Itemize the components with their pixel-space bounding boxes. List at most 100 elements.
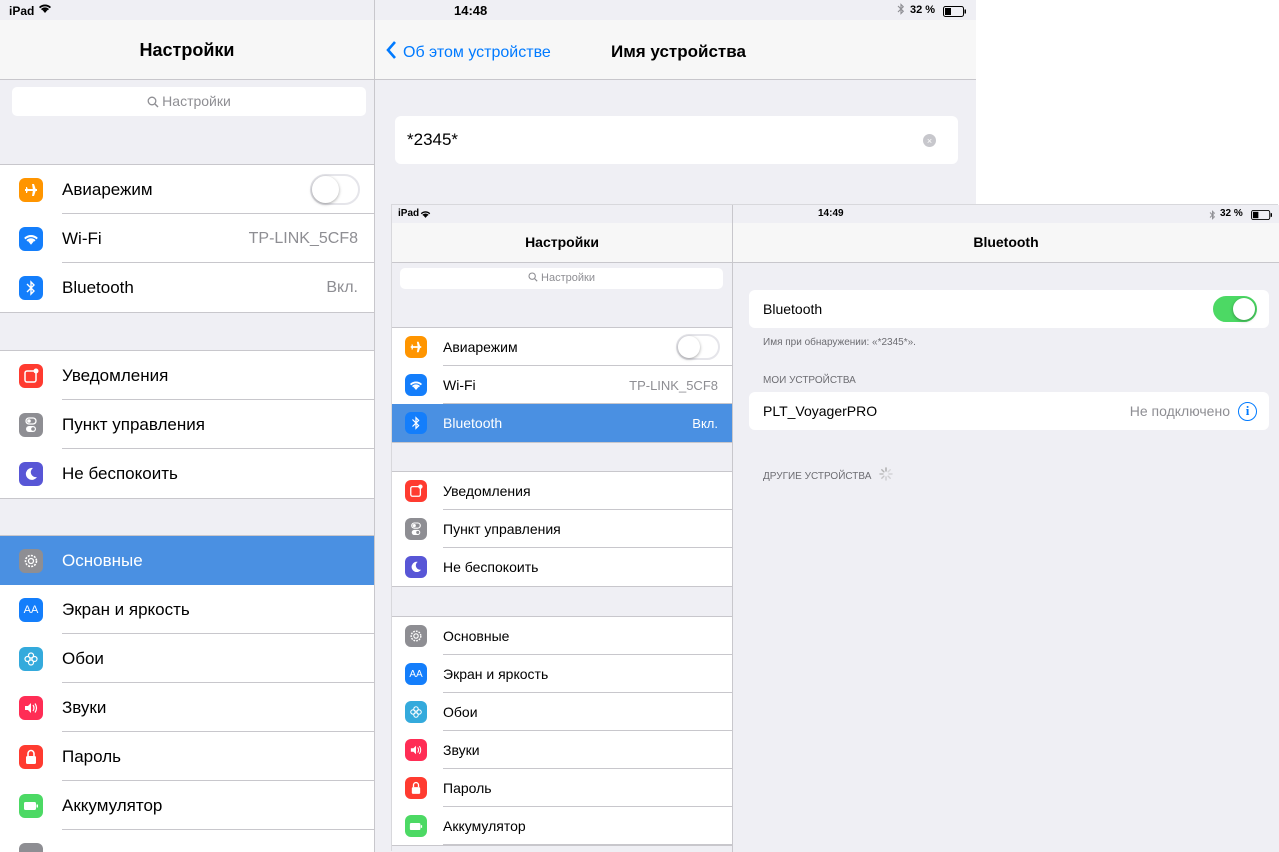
device-name-value: *2345* [407, 130, 459, 149]
sidebar-item-wifi[interactable]: Wi-Fi TP-LINK_5CF8 [392, 366, 732, 404]
wifi-network-value: TP-LINK_5CF8 [629, 377, 718, 393]
detail-title: Bluetooth [973, 234, 1039, 250]
sidebar-item-label: Основные [443, 628, 510, 644]
sidebar-item-display[interactable]: AA Экран и яркость [392, 655, 732, 693]
back-button-label: Об этом устройстве [403, 43, 551, 61]
sidebar-item-label: Обои [62, 648, 104, 668]
bluetooth-icon [19, 275, 43, 300]
sidebar-item-passcode[interactable]: Пароль [0, 732, 374, 781]
sidebar-item-airplane[interactable]: Авиарежим [392, 328, 732, 366]
wallpaper-icon [19, 646, 43, 671]
sidebar-title: Настройки [525, 234, 599, 250]
display-icon: AA [405, 663, 427, 685]
display-icon: AA [19, 597, 43, 622]
sidebar-item-wallpaper[interactable]: Обои [392, 693, 732, 731]
search-input[interactable]: Настройки [400, 268, 723, 289]
info-icon[interactable]: i [1238, 401, 1257, 421]
sidebar-item-label: Основные [62, 550, 143, 570]
paired-device-row[interactable]: PLT_VoyagerPRO Не подключено i [749, 392, 1269, 430]
airplane-icon [405, 336, 427, 358]
bluetooth-label: Bluetooth [763, 301, 823, 317]
bluetooth-toggle[interactable] [1213, 296, 1257, 322]
chevron-left-icon [386, 41, 397, 64]
bluetooth-icon [405, 412, 427, 434]
back-button[interactable]: Об этом устройстве [386, 41, 551, 64]
settings-group-general: Основные AA Экран и яркость Обои Звуки П… [392, 616, 732, 846]
wifi-signal-icon [420, 207, 431, 222]
sidebar-item-label: Пункт управления [443, 521, 561, 537]
device-label: iPad [398, 208, 420, 219]
status-bar: 14:48 32 % [375, 0, 976, 20]
detail-navbar: Bluetooth [733, 223, 1279, 263]
status-bar: 14:49 32 % [733, 205, 1279, 223]
sidebar-item-battery[interactable]: Аккумулятор [392, 807, 732, 845]
wifi-signal-icon [38, 2, 52, 17]
sidebar-item-general[interactable]: Основные [392, 617, 732, 655]
sidebar-item-display[interactable]: AA Экран и яркость [0, 585, 374, 634]
loading-spinner-icon [879, 467, 894, 486]
bluetooth-detail: 14:49 32 % Bluetooth Bluetooth Имя при о… [733, 205, 1279, 852]
sidebar-item-passcode[interactable]: Пароль [392, 769, 732, 807]
sidebar-item-wifi[interactable]: Wi-Fi TP-LINK_5CF8 [0, 214, 374, 263]
sidebar-item-label: Звуки [443, 742, 480, 758]
settings-group-general: Основные AA Экран и яркость Обои Звуки П… [0, 535, 374, 852]
sidebar-item-label: Экран и яркость [62, 599, 190, 619]
sidebar-item-do-not-disturb[interactable]: Не беспокоить [392, 548, 732, 586]
sidebar-item-label: Аккумулятор [62, 795, 163, 815]
settings-group-notifications: Уведомления Пункт управления Не беспокои… [0, 350, 374, 499]
control-center-icon [405, 518, 427, 540]
bluetooth-status-value: Вкл. [326, 278, 358, 296]
sidebar-item-label: Обои [443, 704, 478, 720]
sound-icon [19, 695, 43, 720]
sidebar-item-do-not-disturb[interactable]: Не беспокоить [0, 449, 374, 498]
sidebar-item-label: Экран и яркость [443, 666, 549, 682]
sidebar-item-sounds[interactable]: Звуки [0, 683, 374, 732]
sidebar-item-airplane[interactable]: Авиарежим [0, 165, 374, 214]
wifi-icon [19, 226, 43, 251]
settings-group-connectivity: Авиарежим Wi-Fi TP-LINK_5CF8 Bluetooth В… [392, 327, 732, 443]
sound-icon [405, 739, 427, 761]
sidebar-item-notifications[interactable]: Уведомления [0, 351, 374, 400]
sidebar-title: Настройки [139, 40, 235, 60]
my-devices-header: МОИ УСТРОЙСТВА [763, 375, 856, 386]
other-devices-header: ДРУГИЕ УСТРОЙСТВА [763, 471, 872, 482]
battery-icon [19, 793, 43, 818]
airplane-mode-toggle[interactable] [676, 334, 720, 360]
sidebar-item-battery[interactable]: Аккумулятор [0, 781, 374, 830]
sidebar-item-label: Bluetooth [443, 415, 503, 431]
status-bar: iPad [392, 205, 732, 223]
sidebar-item-sounds[interactable]: Звуки [392, 731, 732, 769]
sidebar-item-bluetooth[interactable]: Bluetooth Вкл. [0, 263, 374, 312]
notifications-icon [405, 480, 427, 502]
sidebar-item-control-center[interactable]: Пункт управления [0, 400, 374, 449]
device-name-field[interactable]: *2345* × [395, 116, 958, 164]
device-name: PLT_VoyagerPRO [763, 403, 878, 419]
sidebar-item-label: Не беспокоить [443, 559, 539, 575]
notifications-icon [19, 363, 43, 388]
gear-icon [405, 625, 427, 647]
airplane-mode-toggle[interactable] [310, 174, 360, 205]
settings-sidebar: iPad Настройки Настройки Авиарежим Wi-Fi [392, 205, 733, 852]
moon-icon [19, 461, 43, 486]
battery-percent: 32 % [1220, 208, 1243, 219]
battery-status-icon [1251, 208, 1273, 223]
clear-text-icon[interactable]: × [923, 134, 936, 147]
sidebar-item-label: Пункт управления [62, 414, 205, 434]
device-status: Не подключено [1129, 403, 1230, 419]
sidebar-item-general[interactable]: Основные [0, 536, 374, 585]
status-time: 14:49 [818, 208, 844, 219]
sidebar-item-label: Звуки [62, 697, 107, 717]
gear-icon [19, 548, 43, 573]
detail-title: Имя устройства [611, 42, 746, 61]
battery-percent: 32 % [910, 4, 936, 16]
sidebar-item-control-center[interactable]: Пункт управления [392, 510, 732, 548]
sidebar-item-label: Пароль [62, 746, 121, 766]
detail-navbar: Об этом устройстве Имя устройства [375, 20, 976, 80]
battery-status-icon [943, 5, 967, 20]
sidebar-item-notifications[interactable]: Уведомления [392, 472, 732, 510]
sidebar-item-label: Уведомления [62, 365, 169, 385]
search-input[interactable]: Настройки [12, 87, 366, 116]
wallpaper-icon [405, 701, 427, 723]
sidebar-item-wallpaper[interactable]: Обои [0, 634, 374, 683]
sidebar-item-bluetooth[interactable]: Bluetooth Вкл. [392, 404, 732, 442]
